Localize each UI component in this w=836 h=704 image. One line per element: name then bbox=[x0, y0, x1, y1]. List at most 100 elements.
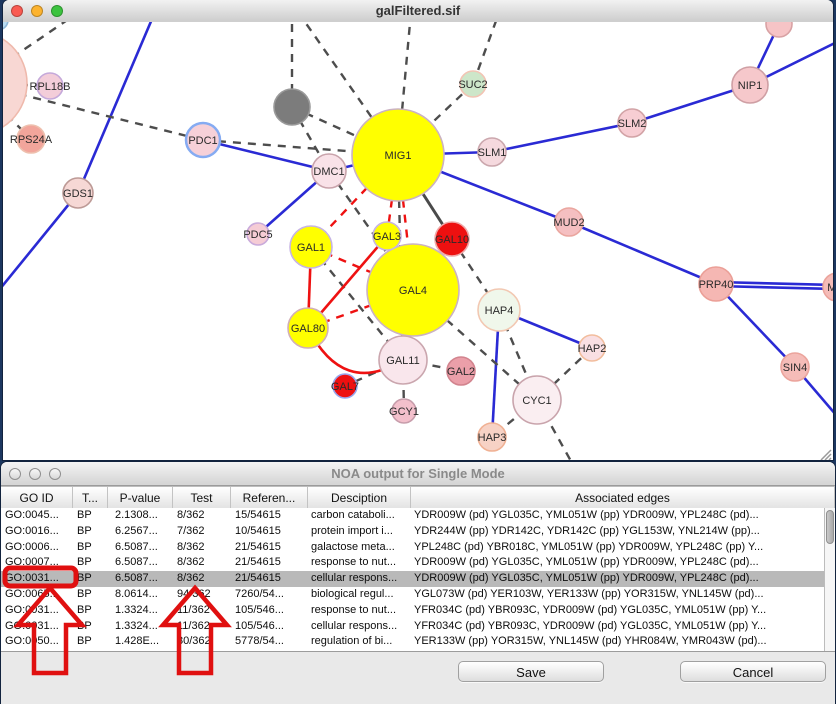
column-header-0[interactable]: GO ID bbox=[1, 487, 73, 509]
table-row[interactable]: GO:0006...BP6.5087...8/36221/54615galact… bbox=[1, 540, 835, 556]
table-cell: YDR009W (pd) YGL035C, YML051W (pp) YDR00… bbox=[414, 572, 759, 584]
save-button[interactable]: Save bbox=[458, 661, 604, 682]
table-cell: GO:0050... bbox=[5, 635, 59, 647]
column-header-6[interactable]: Associated edges bbox=[411, 487, 835, 509]
table-cell: response to nut... bbox=[311, 556, 396, 568]
edge-GDS1-vC[interactable] bbox=[3, 193, 78, 300]
table-cell: carbon cataboli... bbox=[311, 509, 395, 521]
table-cell: YDR009W (pd) YGL035C, YML051W (pp) YDR00… bbox=[414, 556, 759, 568]
table-row[interactable]: GO:0031...BP1.3324...11/362105/546...res… bbox=[1, 603, 835, 619]
table-cell: BP bbox=[77, 635, 92, 647]
table-cell: BP bbox=[77, 509, 92, 521]
table-row[interactable]: GO:0050...BP1.428E...80/3625778/54...reg… bbox=[1, 634, 835, 650]
table-cell: GO:0006... bbox=[5, 541, 59, 553]
table-cell: GO:0016... bbox=[5, 525, 59, 537]
results-table[interactable]: GO:0045... BP 2.1308... 8/362 15/54615 carbon… bbox=[1, 508, 835, 652]
table-cell: 7/362 bbox=[177, 525, 205, 537]
column-header-3[interactable]: Test bbox=[173, 487, 231, 509]
table-cell: 6.2567... bbox=[115, 525, 158, 537]
table-cell: YPL248C (pd) YBR018C, YML051W (pp) YDR00… bbox=[414, 541, 763, 553]
table-cell: 8/362 bbox=[177, 541, 205, 553]
network-window-titlebar[interactable]: galFiltered.sif bbox=[3, 0, 833, 23]
network-canvas[interactable]: RPL18BRPS24AGDS1PDC1MIG1DMC1SUC2SLM1SLM2… bbox=[3, 22, 833, 460]
node-label-GAL80: GAL80 bbox=[291, 323, 325, 335]
edge-MUD2-PRP40[interactable] bbox=[569, 222, 716, 284]
node-label-GCY1: GCY1 bbox=[389, 406, 419, 418]
cancel-button[interactable]: Cancel bbox=[680, 661, 826, 682]
table-row[interactable]: GO:0065...BP8.0614...94/3627260/54...bio… bbox=[1, 587, 835, 603]
node-label-GDS1: GDS1 bbox=[63, 188, 93, 200]
table-cell: 8/362 bbox=[177, 509, 205, 521]
node-label-MIG1: MIG1 bbox=[385, 150, 412, 162]
table-cell: BP bbox=[77, 620, 92, 632]
noa-window-title: NOA output for Single Mode bbox=[1, 466, 835, 481]
table-cell: cellular respons... bbox=[311, 620, 397, 632]
edge-vB-GDS1[interactable] bbox=[78, 22, 155, 193]
column-header-4[interactable]: Referen... bbox=[231, 487, 308, 509]
table-cell: protein import i... bbox=[311, 525, 393, 537]
table-cell: 15/54615 bbox=[235, 509, 281, 521]
node-label-SUC2: SUC2 bbox=[458, 79, 487, 91]
scrollbar-thumb[interactable] bbox=[826, 510, 834, 544]
vertical-scrollbar[interactable] bbox=[824, 508, 835, 651]
table-cell: 94/362 bbox=[177, 588, 211, 600]
node-label-CYC1: CYC1 bbox=[522, 395, 551, 407]
table-cell: response to nut... bbox=[311, 604, 396, 616]
table-cell: GO:0045... bbox=[5, 509, 59, 521]
table-cell: 21/54615 bbox=[235, 572, 281, 584]
table-cell: 80/362 bbox=[177, 635, 211, 647]
table-cell: 7260/54... bbox=[235, 588, 284, 600]
node-label-SLM2: SLM2 bbox=[618, 118, 647, 130]
table-row[interactable]: GO:0007...BP6.5087...8/36221/54615respon… bbox=[1, 555, 835, 571]
table-cell: YFR034C (pd) YBR093C, YDR009W (pd) YGL03… bbox=[414, 604, 766, 616]
node-label-RPS24A: RPS24A bbox=[10, 134, 53, 146]
node-label-HAP4: HAP4 bbox=[485, 305, 514, 317]
results-table-header[interactable]: GO IDT...P-valueTestReferen...Desciption… bbox=[1, 486, 835, 510]
node-label-MSI: MSI bbox=[827, 282, 833, 294]
node-label-SIN4: SIN4 bbox=[783, 362, 807, 374]
table-cell: 11/362 bbox=[177, 604, 210, 616]
table-cell: 21/54615 bbox=[235, 556, 281, 568]
table-cell: GO:0031... bbox=[5, 572, 59, 584]
node-label-HAP3: HAP3 bbox=[478, 432, 507, 444]
node-label-GAL1: GAL1 bbox=[297, 242, 325, 254]
resize-grip-icon[interactable] bbox=[818, 447, 832, 460]
network-window: galFiltered.sif RPL18B RPS24A GDS1 PDC1 MIG1… bbox=[3, 0, 833, 460]
table-row[interactable]: GO:0045... BP 2.1308... 8/362 15/54615 carbon… bbox=[1, 508, 835, 524]
table-cell: 105/546... bbox=[235, 620, 284, 632]
node-cutTR[interactable] bbox=[766, 22, 792, 37]
table-cell: 8/362 bbox=[177, 556, 205, 568]
table-cell: 1.3324... bbox=[115, 620, 158, 632]
node-cutTL[interactable] bbox=[3, 22, 8, 30]
table-cell: 6.5087... bbox=[115, 572, 158, 584]
column-header-5[interactable]: Desciption bbox=[308, 487, 411, 509]
table-row[interactable]: GO:0016...BP6.2567...7/36210/54615protei… bbox=[1, 524, 835, 540]
table-cell: YFR034C (pd) YBR093C, YDR009W (pd) YGL03… bbox=[414, 620, 766, 632]
table-cell: GO:0031... bbox=[5, 620, 59, 632]
column-header-2[interactable]: P-value bbox=[108, 487, 173, 509]
table-cell: YGL073W (pd) YER103W, YER133W (pp) YOR31… bbox=[414, 588, 764, 600]
table-cell: 11/362 bbox=[177, 620, 210, 632]
table-cell: 2.1308... bbox=[115, 509, 158, 521]
network-window-title: galFiltered.sif bbox=[3, 3, 833, 18]
table-cell: 10/54615 bbox=[235, 525, 281, 537]
table-cell: 6.5087... bbox=[115, 541, 158, 553]
column-header-1[interactable]: T... bbox=[73, 487, 108, 509]
table-row[interactable]: GO:0031... BP 1.3324... 11/362 105/546... cel… bbox=[1, 619, 835, 635]
node-label-GAL7: GAL7 bbox=[331, 381, 359, 393]
table-row[interactable]: GO:0031...BP6.5087...8/36221/54615cellul… bbox=[1, 571, 835, 587]
node-label-GAL3: GAL3 bbox=[373, 231, 401, 243]
node-grayn[interactable] bbox=[274, 89, 310, 125]
table-cell: 21/54615 bbox=[235, 541, 281, 553]
table-cell: cellular respons... bbox=[311, 572, 397, 584]
node-label-PDC1: PDC1 bbox=[188, 135, 217, 147]
edge-SLM1-SLM2[interactable] bbox=[492, 123, 632, 152]
node-bigpink[interactable] bbox=[3, 31, 27, 135]
table-cell: BP bbox=[77, 604, 92, 616]
noa-window-titlebar[interactable]: NOA output for Single Mode bbox=[1, 462, 835, 486]
node-label-HAP2: HAP2 bbox=[578, 343, 607, 355]
table-cell: 1.3324... bbox=[115, 604, 158, 616]
node-label-RPL18B: RPL18B bbox=[30, 81, 71, 93]
node-label-DMC1: DMC1 bbox=[313, 166, 344, 178]
table-cell: 105/546... bbox=[235, 604, 284, 616]
